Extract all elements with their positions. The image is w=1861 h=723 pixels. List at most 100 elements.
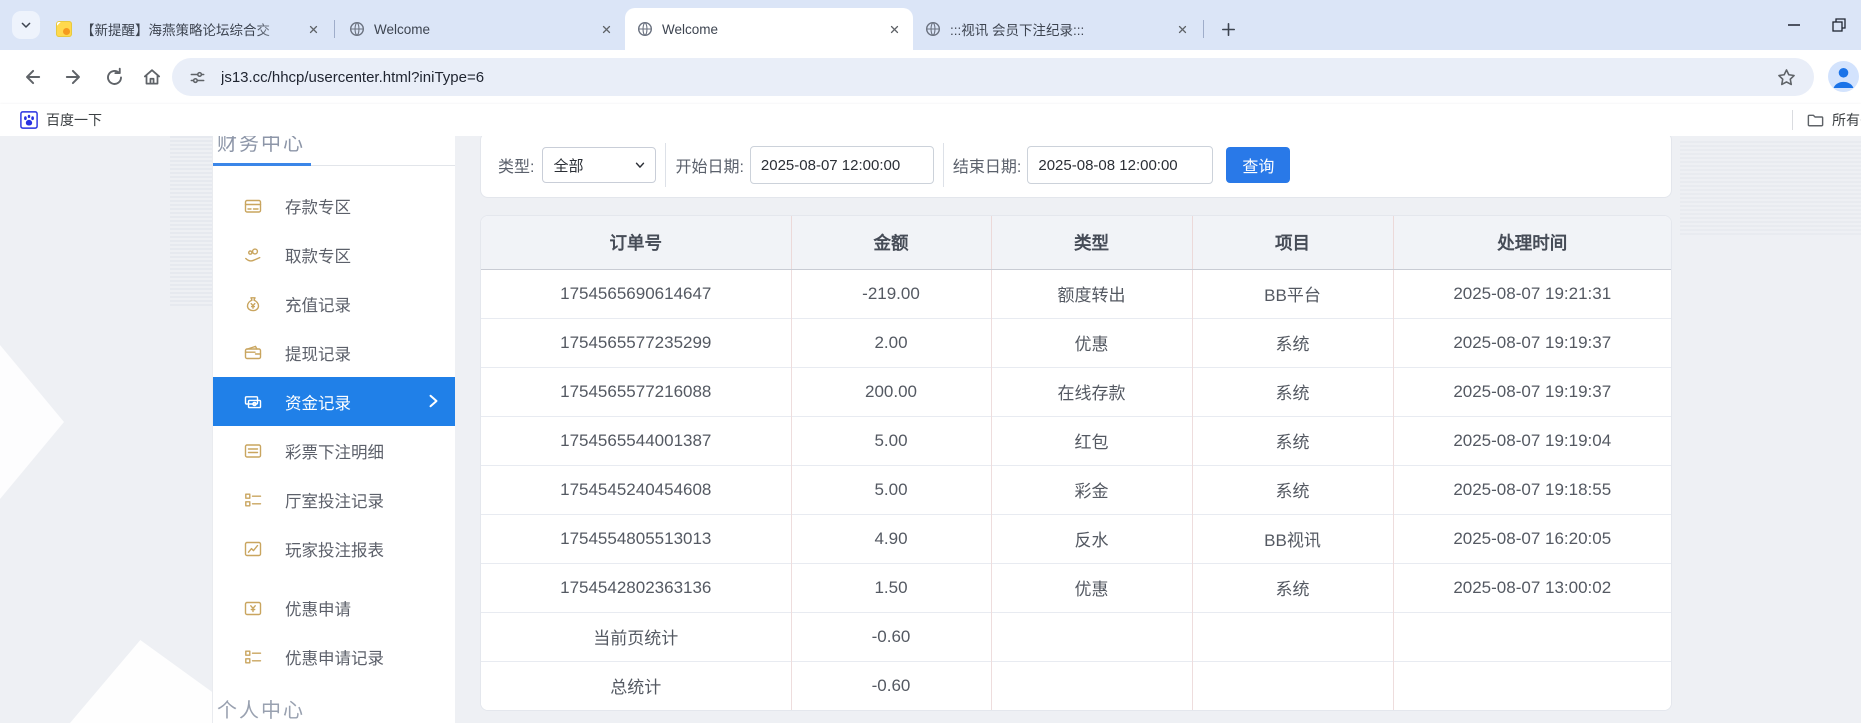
- records-table: 订单号 金额 类型 项目 处理时间 1754565690614647 -219.00 额度转…: [481, 216, 1671, 710]
- table-cell: 在线存款: [990, 366, 1192, 416]
- bookmarks-divider: [1792, 110, 1793, 130]
- sidebar-item-优惠申请记录[interactable]: 优惠申请记录: [213, 632, 455, 681]
- end-date-input[interactable]: [1027, 146, 1214, 184]
- table-cell: 1754545240454608: [481, 464, 791, 514]
- sidebar-menu: 存款专区 取款专区 充值记录 提现记录 资金记录 彩票下注明细 厅室投注记录 玩…: [213, 181, 455, 681]
- checklist-icon: [243, 490, 263, 510]
- background-texture: [170, 136, 213, 306]
- tab-divider: [334, 20, 335, 38]
- sidebar-item-label: 优惠申请: [285, 600, 351, 619]
- tab-list: 【新提醒】海燕策略论坛综合交 Welcome Welcome :::视讯 会员下…: [44, 8, 1242, 50]
- table-header-row: 订单号 金额 类型 项目 处理时间: [481, 216, 1671, 270]
- globe-favicon: [349, 21, 365, 37]
- table-cell: 1754542802363136: [481, 562, 791, 612]
- bookmark-label: 百度一下: [46, 112, 102, 128]
- back-button[interactable]: [14, 59, 50, 95]
- table-cell: BB视讯: [1191, 513, 1393, 563]
- chevron-down-icon: [633, 158, 647, 172]
- table-cell: [1392, 660, 1671, 710]
- sidebar-item-资金记录[interactable]: 资金记录: [213, 377, 455, 426]
- sidebar-item-label: 优惠申请记录: [285, 649, 384, 668]
- sidebar-item-充值记录[interactable]: 充值记录: [213, 279, 455, 328]
- browser-tab-3[interactable]: Welcome: [625, 8, 913, 50]
- table-cell: 总统计: [481, 660, 791, 710]
- table-cell: 5.00: [790, 415, 991, 465]
- table-row: 当前页统计 -0.60: [481, 611, 1671, 661]
- table-cell: 2025-08-07 16:20:05: [1392, 513, 1671, 563]
- filter-separator: [665, 143, 667, 187]
- sidebar-item-label: 厅室投注记录: [285, 492, 384, 511]
- browser-window: 【新提醒】海燕策略论坛综合交 Welcome Welcome :::视讯 会员下…: [0, 0, 1861, 723]
- moneybag-icon: [243, 294, 263, 314]
- query-button[interactable]: 查询: [1226, 147, 1291, 183]
- column-header-订单号: 订单号: [481, 216, 791, 270]
- sidebar-item-彩票下注明细[interactable]: 彩票下注明细: [213, 426, 455, 475]
- tab-title: Welcome: [662, 21, 719, 37]
- all-bookmarks-label: 所有书签: [1832, 112, 1861, 128]
- table-cell: 系统: [1191, 464, 1393, 514]
- table-cell: BB平台: [1191, 269, 1393, 318]
- tab-close-icon[interactable]: [885, 20, 903, 38]
- table-cell: 系统: [1191, 415, 1393, 465]
- table-cell: 1754554805513013: [481, 513, 791, 563]
- table-cell: 系统: [1191, 317, 1393, 367]
- start-date-input[interactable]: [749, 146, 934, 184]
- browser-tab-4[interactable]: :::视讯 会员下注纪录:::: [913, 8, 1201, 50]
- table-body: 1754565690614647 -219.00 额度转出 BB平台 2025-08-0…: [481, 269, 1671, 710]
- window-restore-button[interactable]: [1816, 8, 1861, 42]
- sidebar-item-label: 取款专区: [285, 247, 351, 266]
- tab-close-icon[interactable]: [597, 20, 615, 38]
- new-tab-button[interactable]: [1214, 15, 1242, 43]
- haiyan-favicon: [56, 21, 72, 37]
- reload-button[interactable]: [96, 59, 132, 95]
- sidebar-item-存款专区[interactable]: 存款专区: [213, 181, 455, 230]
- profile-avatar[interactable]: [1828, 61, 1859, 92]
- globe-favicon: [925, 21, 941, 37]
- filter-separator: [942, 143, 944, 187]
- table-row: 1754565690614647 -219.00 额度转出 BB平台 2025-08-0…: [481, 269, 1671, 318]
- sidebar-item-取款专区[interactable]: 取款专区: [213, 230, 455, 279]
- sidebar-item-label: 彩票下注明细: [285, 443, 384, 462]
- home-button[interactable]: [134, 59, 170, 95]
- table-cell: 2025-08-07 13:00:02: [1392, 562, 1671, 612]
- wallet-icon: [243, 343, 263, 363]
- sidebar-section-title-finance: 财务中心: [217, 136, 305, 155]
- url-text[interactable]: js13.cc/hhcp/usercenter.html?iniType=6: [221, 69, 1774, 86]
- tab-close-icon[interactable]: [304, 20, 322, 38]
- table-cell: 4.90: [790, 513, 991, 563]
- type-select[interactable]: 全部: [542, 147, 657, 183]
- table-cell: 红包: [990, 415, 1192, 465]
- all-bookmarks-button[interactable]: 所有书签: [1806, 107, 1861, 133]
- window-minimize-button[interactable]: [1771, 8, 1816, 42]
- table-cell: 1754565577216088: [481, 366, 791, 416]
- chevron-right-icon: [423, 391, 443, 411]
- sidebar-item-玩家投注报表[interactable]: 玩家投注报表: [213, 524, 455, 573]
- banknotes-icon: [243, 392, 263, 412]
- table-cell: 1754565690614647: [481, 269, 791, 318]
- table-cell: 当前页统计: [481, 611, 791, 661]
- forward-button[interactable]: [56, 59, 92, 95]
- table-cell: 优惠: [990, 317, 1192, 367]
- table-row: 1754554805513013 4.90 反水 BB视讯 2025-08-07 16:…: [481, 513, 1671, 563]
- address-bar[interactable]: js13.cc/hhcp/usercenter.html?iniType=6: [172, 58, 1814, 96]
- sidebar-item-厅室投注记录[interactable]: 厅室投注记录: [213, 475, 455, 524]
- sidebar-item-提现记录[interactable]: 提现记录: [213, 328, 455, 377]
- tab-search-button[interactable]: [12, 11, 40, 39]
- tab-title: :::视讯 会员下注纪录:::: [950, 23, 1085, 38]
- bookmark-star-icon[interactable]: [1774, 65, 1798, 89]
- site-info-icon[interactable]: [188, 68, 207, 87]
- browser-tab-1[interactable]: 【新提醒】海燕策略论坛综合交: [44, 8, 332, 50]
- bookmark-baidu[interactable]: 百度一下: [12, 107, 110, 133]
- table-row: 1754565577216088 200.00 在线存款 系统 2025-08-07 1…: [481, 366, 1671, 416]
- table-cell: [1191, 660, 1393, 710]
- table-cell: 1754565577235299: [481, 317, 791, 367]
- start-date-label: 开始日期:: [675, 159, 744, 176]
- table-row: 1754542802363136 1.50 优惠 系统 2025-08-07 13:00…: [481, 562, 1671, 612]
- sidebar-item-label: 存款专区: [285, 198, 351, 217]
- sidebar-item-优惠申请[interactable]: 优惠申请: [213, 583, 455, 632]
- table-cell: 优惠: [990, 562, 1192, 612]
- browser-tab-2[interactable]: Welcome: [337, 8, 625, 50]
- tab-close-icon[interactable]: [1173, 20, 1191, 38]
- table-cell: 额度转出: [990, 269, 1192, 318]
- tab-title: Welcome: [374, 21, 431, 37]
